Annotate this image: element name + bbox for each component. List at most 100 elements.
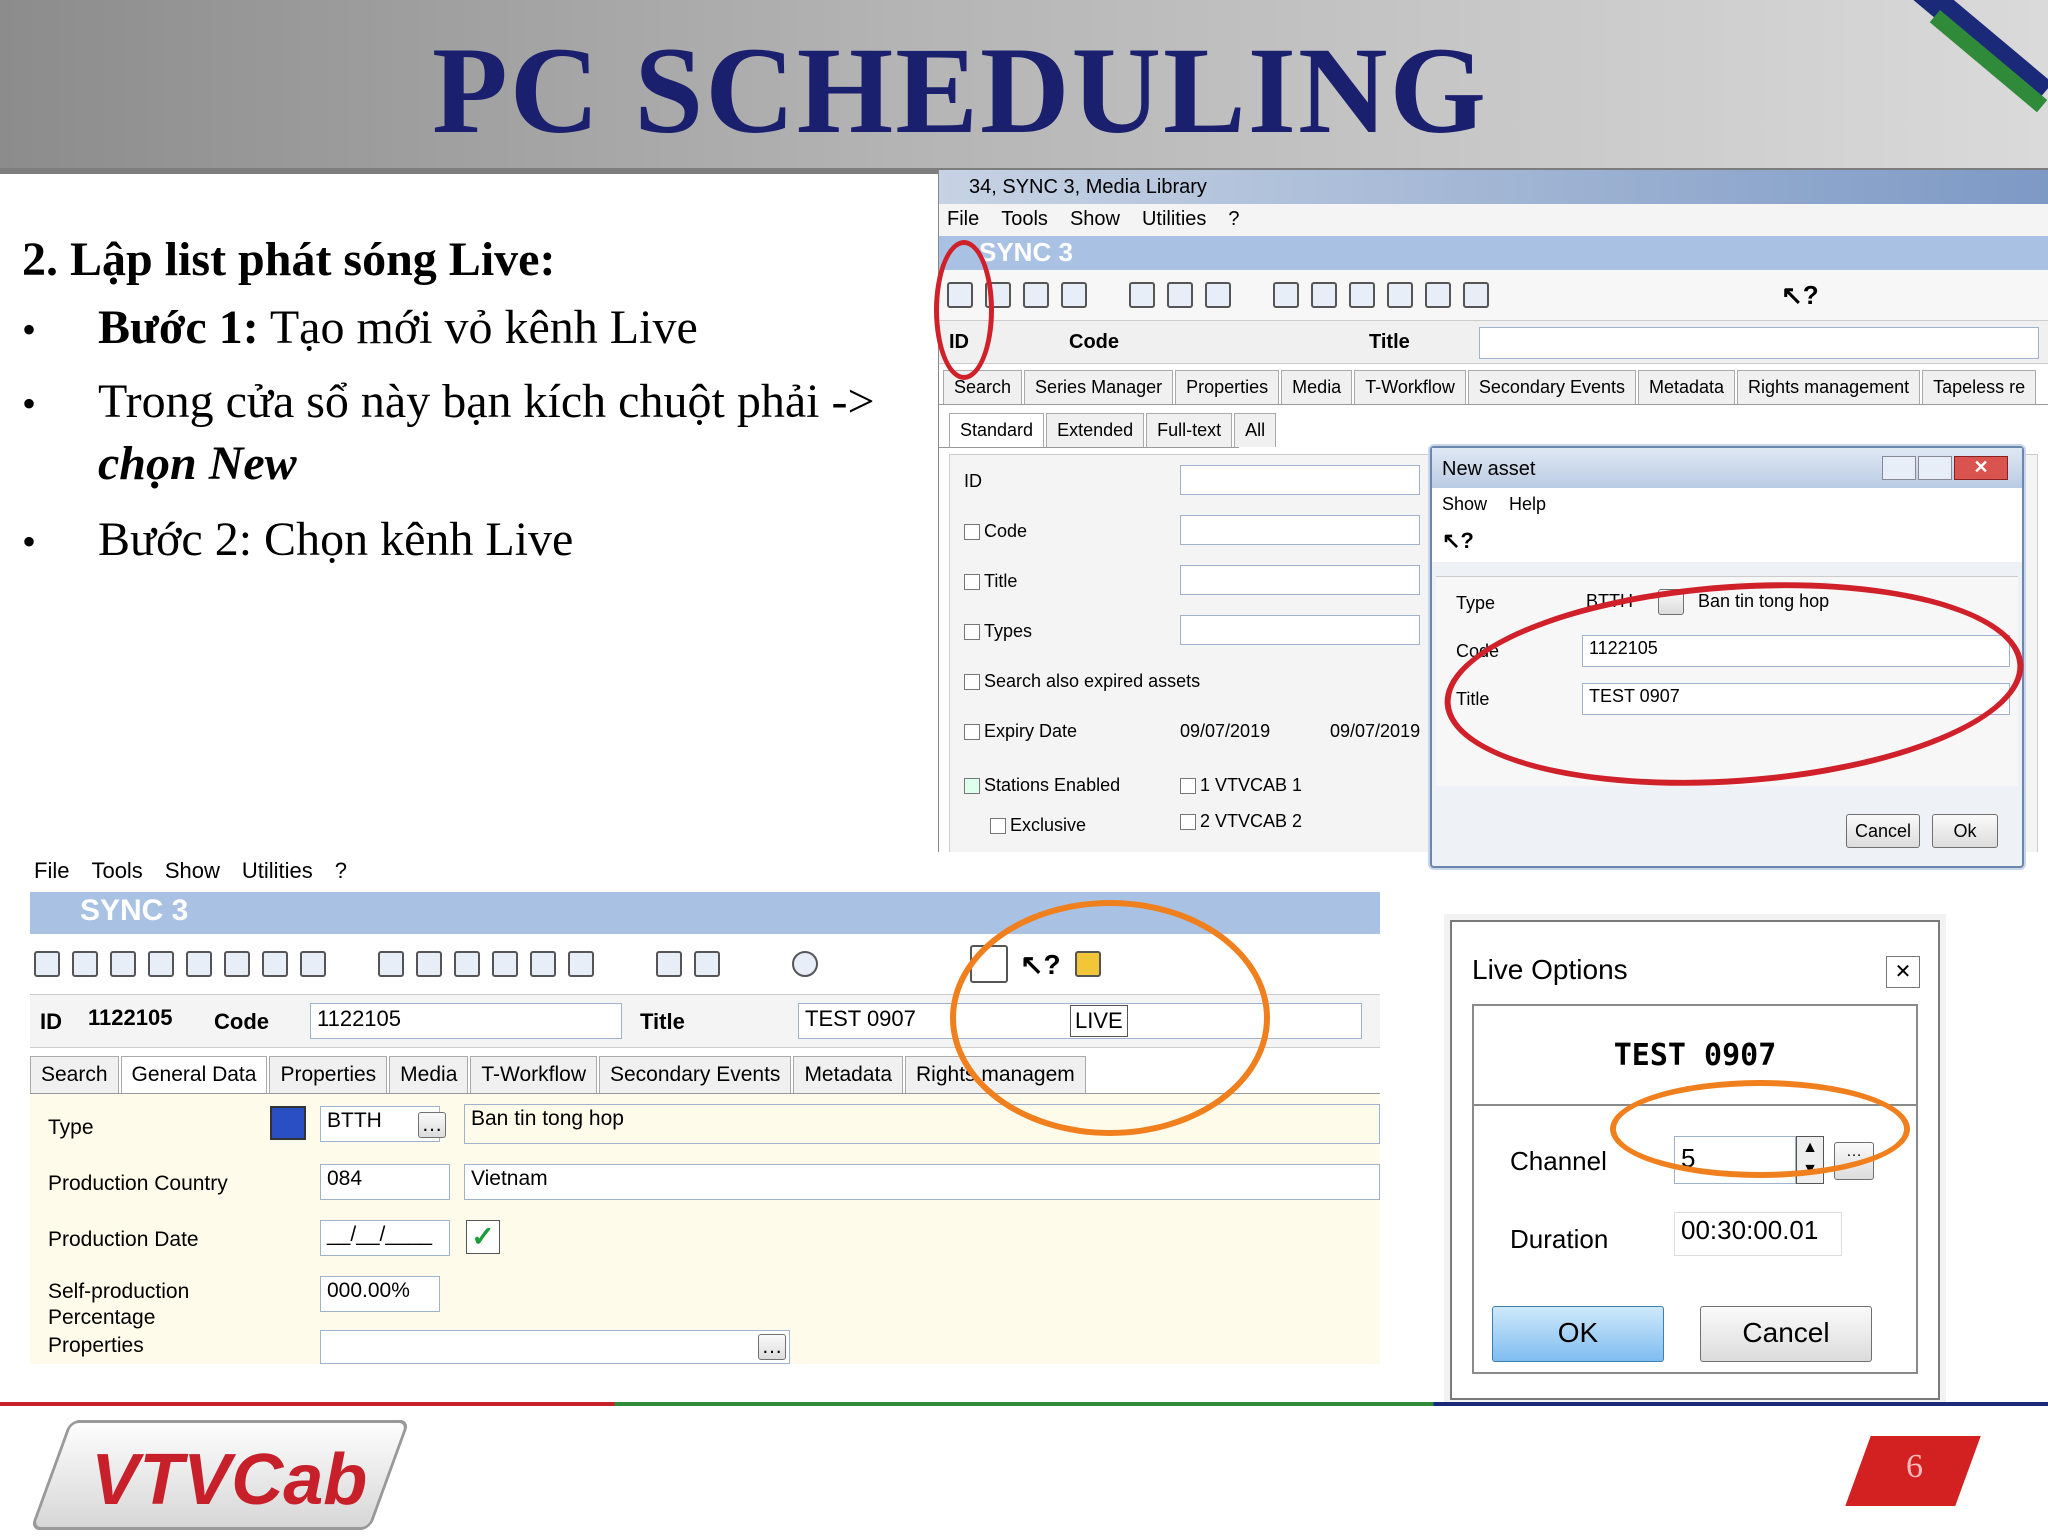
undo-icon[interactable]	[148, 951, 174, 977]
subtab-extended[interactable]: Extended	[1046, 413, 1145, 447]
binoculars-icon[interactable]	[492, 951, 518, 977]
menu2-utilities[interactable]: Utilities	[242, 858, 313, 883]
channel-spinner[interactable]: ▲ ▼	[1796, 1136, 1824, 1184]
film-icon[interactable]	[1311, 282, 1337, 308]
play-icon[interactable]	[792, 951, 818, 977]
preview-icon[interactable]	[1463, 282, 1489, 308]
dialog-ok-button[interactable]: Ok	[1932, 814, 1998, 848]
dialog-title-field[interactable]: TEST 0907	[1582, 683, 2010, 715]
dialog-menu-show[interactable]: Show	[1442, 494, 1487, 514]
stations-checkbox[interactable]	[964, 778, 980, 795]
save-icon[interactable]	[1023, 282, 1049, 308]
media-icon[interactable]	[1349, 282, 1375, 308]
preview-icon[interactable]	[568, 951, 594, 977]
expiry-from-date[interactable]: 09/07/2019	[1180, 721, 1270, 742]
dialog-help-icon[interactable]: ↖?	[1432, 522, 2022, 562]
menu-tools[interactable]: Tools	[1001, 208, 1048, 230]
help-pointer-icon[interactable]: ↖?	[1781, 280, 1819, 311]
station-2[interactable]: 2 VTVCAB 2	[1180, 811, 1302, 832]
station-2-checkbox[interactable]	[1180, 814, 1196, 831]
menu-file[interactable]: File	[947, 208, 979, 230]
copy-icon[interactable]	[1129, 282, 1155, 308]
cut-icon[interactable]	[300, 951, 326, 977]
tab-tapeless[interactable]: Tapeless re	[1922, 370, 2037, 404]
code-field[interactable]: 1122105	[310, 1003, 622, 1039]
menu2-show[interactable]: Show	[165, 858, 220, 883]
binoculars-icon[interactable]	[1387, 282, 1413, 308]
self-production-field[interactable]: 000.00%	[320, 1276, 440, 1312]
dialog-cancel-button[interactable]: Cancel	[1846, 814, 1920, 848]
media-icon[interactable]	[454, 951, 480, 977]
search-id-field[interactable]	[1180, 465, 1420, 495]
refresh-icon[interactable]	[186, 951, 212, 977]
menu2-tools[interactable]: Tools	[91, 858, 142, 883]
station-1[interactable]: 1 VTVCAB 1	[1180, 775, 1302, 796]
station-1-checkbox[interactable]	[1180, 778, 1196, 795]
duration-field[interactable]: 00:30:00.01	[1674, 1212, 1842, 1256]
tab-rights-management[interactable]: Rights management	[1737, 370, 1921, 404]
tab-metadata[interactable]: Metadata	[793, 1056, 903, 1093]
tab-metadata[interactable]: Metadata	[1637, 370, 1736, 404]
live-ok-button[interactable]: OK	[1492, 1306, 1664, 1362]
spellcheck-icon[interactable]	[656, 951, 682, 977]
menu-show[interactable]: Show	[1070, 208, 1120, 230]
search-types-field[interactable]	[1180, 615, 1420, 645]
channel-browse-button[interactable]: …	[1834, 1142, 1874, 1180]
tab-properties[interactable]: Properties	[269, 1056, 388, 1093]
search-title-field[interactable]	[1180, 565, 1420, 595]
print-icon[interactable]	[1425, 282, 1451, 308]
save-icon[interactable]	[110, 951, 136, 977]
tab-secondary-events[interactable]: Secondary Events	[1467, 370, 1636, 404]
minimize-icon[interactable]	[1882, 456, 1916, 480]
live-icon[interactable]	[970, 945, 1008, 983]
new-document-icon[interactable]	[34, 951, 60, 977]
undo-icon[interactable]	[1061, 282, 1087, 308]
properties-field[interactable]	[320, 1330, 790, 1364]
arrow-icon[interactable]	[1273, 282, 1299, 308]
film-icon[interactable]	[416, 951, 442, 977]
header-title-field[interactable]	[1479, 327, 2039, 359]
menu-utilities[interactable]: Utilities	[1142, 208, 1206, 230]
help-pointer-icon[interactable]: ↖?	[1020, 948, 1061, 981]
maximize-icon[interactable]	[1918, 456, 1952, 480]
title-checkbox[interactable]	[964, 574, 980, 591]
subtab-all[interactable]: All	[1234, 413, 1277, 447]
cut-icon[interactable]	[1205, 282, 1231, 308]
live-options-close-icon[interactable]: ✕	[1886, 956, 1920, 988]
new-document-icon[interactable]	[947, 282, 973, 308]
close-icon[interactable]: ✕	[1954, 456, 2008, 480]
menu2-help[interactable]: ?	[335, 858, 347, 883]
country-code-field[interactable]: 084	[320, 1164, 450, 1200]
tab-t-workflow[interactable]: T-Workflow	[470, 1056, 597, 1093]
expiry-checkbox[interactable]	[964, 724, 980, 741]
copy-icon[interactable]	[224, 951, 250, 977]
tab-series-manager[interactable]: Series Manager	[1024, 370, 1174, 404]
live-cancel-button[interactable]: Cancel	[1700, 1306, 1872, 1362]
tab-media[interactable]: Media	[389, 1056, 469, 1093]
subtab-standard[interactable]: Standard	[949, 413, 1045, 447]
tab-search[interactable]: Search	[30, 1056, 119, 1093]
edit-icon[interactable]	[985, 282, 1011, 308]
edit-icon[interactable]	[72, 951, 98, 977]
dialog-menu-help[interactable]: Help	[1509, 494, 1546, 514]
print-icon[interactable]	[530, 951, 556, 977]
tab-properties[interactable]: Properties	[1175, 370, 1280, 404]
tab-search[interactable]: Search	[943, 370, 1023, 404]
dialog-code-field[interactable]: 1122105	[1582, 635, 2010, 667]
tools-icon[interactable]	[262, 951, 288, 977]
tab-t-workflow[interactable]: T-Workflow	[1354, 370, 1466, 404]
schedule-icon[interactable]	[378, 951, 404, 977]
date-confirm-checkbox[interactable]: ✓	[466, 1220, 500, 1254]
subtab-fulltext[interactable]: Full-text	[1146, 413, 1233, 447]
expired-checkbox[interactable]	[964, 674, 980, 691]
type-browse-button[interactable]: …	[418, 1112, 446, 1138]
dialog-type-browse-button[interactable]	[1658, 589, 1684, 615]
properties-browse-button[interactable]: …	[758, 1334, 786, 1360]
exclusive-checkbox[interactable]	[990, 818, 1006, 835]
search-code-field[interactable]	[1180, 515, 1420, 545]
tab-secondary-events[interactable]: Secondary Events	[599, 1056, 792, 1093]
shield-icon[interactable]	[694, 951, 720, 977]
production-date-field[interactable]: __/__/____	[320, 1220, 450, 1256]
code-checkbox[interactable]	[964, 524, 980, 541]
menu2-file[interactable]: File	[34, 858, 69, 883]
